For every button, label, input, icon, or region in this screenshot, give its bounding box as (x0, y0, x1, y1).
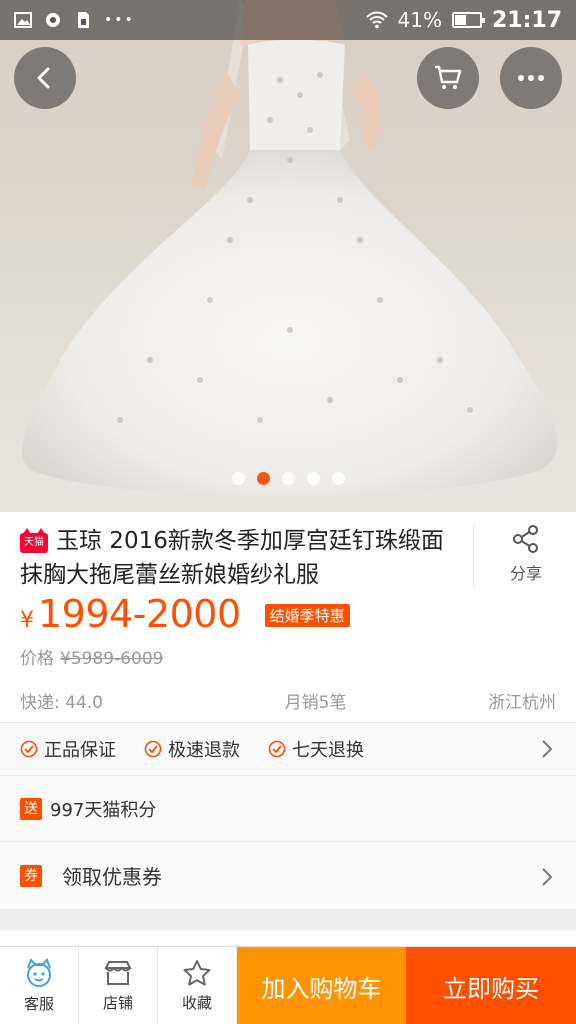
product-title-block: 天猫 玉琼 2016新款冬季加厚宫廷钉珠缎面抹胸大拖尾蕾丝新娘婚纱礼服 (20, 524, 460, 592)
carousel-dot (306, 472, 320, 485)
gift-tag-icon: 送 (20, 797, 42, 820)
section-gap (0, 910, 576, 930)
original-price-row: 价格 ¥5989-6009 (20, 644, 163, 669)
clock: 21:17 (491, 7, 562, 33)
coupon-tag-icon: 券 (20, 864, 42, 887)
guarantee-item: 七天退换 (268, 736, 364, 762)
shop-icon (104, 961, 132, 985)
more-dots-icon: ••• (104, 12, 135, 28)
customer-service-button[interactable]: 客服 (0, 947, 79, 1024)
share-button[interactable]: 分享 (490, 524, 562, 584)
guarantee-label: 七天退换 (292, 740, 364, 761)
status-bar: ••• 41% 21:17 (0, 0, 576, 40)
more-button[interactable] (500, 47, 562, 109)
product-info: 天猫 玉琼 2016新款冬季加厚宫廷钉珠缎面抹胸大拖尾蕾丝新娘婚纱礼服 分享 ¥ … (0, 512, 576, 722)
guarantee-label: 正品保证 (44, 740, 116, 761)
sim-icon (78, 12, 89, 28)
carousel-dot (231, 472, 245, 485)
wedding-dress-photo (21, 0, 558, 497)
battery-level (454, 15, 466, 25)
more-icon (518, 75, 544, 81)
guarantee-row[interactable]: 正品保证 极速退款 七天退换 (0, 722, 576, 776)
customer-service-icon (27, 958, 51, 987)
promo-tag: 结婚季特惠 (264, 604, 350, 627)
chevron-right-icon (542, 868, 553, 886)
star-icon (183, 960, 211, 986)
product-title: 玉琼 2016新款冬季加厚宫廷钉珠缎面抹胸大拖尾蕾丝新娘婚纱礼服 (20, 528, 444, 588)
shipping-fee: 快递: 44.0 (20, 693, 103, 713)
product-image-carousel[interactable] (0, 0, 576, 512)
coupon-text: 领取优惠券 (62, 865, 162, 889)
original-price: ¥5989-6009 (60, 649, 164, 669)
carousel-indicator (0, 472, 576, 485)
points-row: 送 997天猫积分 (0, 776, 576, 842)
gallery-icon (14, 12, 32, 28)
check-circle-icon (268, 740, 286, 758)
guarantee-item: 正品保证 (20, 736, 116, 762)
customer-service-label: 客服 (23, 995, 54, 1013)
camera-icon (46, 13, 60, 27)
shop-label: 店铺 (102, 994, 133, 1012)
battery-percent: 41% (397, 8, 442, 32)
share-icon (513, 525, 538, 553)
section-spacer (0, 930, 576, 946)
wifi-icon (365, 11, 388, 29)
add-to-cart-button[interactable]: 加入购物车 (237, 947, 406, 1024)
guarantee-item: 极速退款 (144, 736, 240, 762)
currency-symbol: ¥ (20, 608, 34, 633)
product-page: ••• 41% 21:17 天猫 玉琼 2016新款冬季加厚宫廷钉珠缎面抹胸大拖… (0, 0, 576, 1024)
check-circle-icon (20, 740, 38, 758)
battery-icon (451, 12, 485, 28)
original-price-label: 价格 (20, 649, 54, 669)
coupon-row[interactable]: 券 领取优惠券 (0, 842, 576, 910)
bottom-action-bar: 客服 店铺 收藏 加入购物车 立即购买 (0, 946, 576, 1024)
tmall-badge-icon: 天猫 (20, 528, 48, 553)
favorite-button[interactable]: 收藏 (158, 947, 237, 1024)
shop-button[interactable]: 店铺 (79, 947, 158, 1024)
cart-button[interactable] (417, 47, 479, 109)
divider (473, 524, 474, 588)
carousel-dot (331, 472, 345, 485)
ship-location: 浙江杭州 (488, 693, 556, 713)
price: 1994-2000 (38, 592, 241, 636)
price-row: ¥ 1994-2000 结婚季特惠 (20, 592, 350, 636)
guarantee-label: 极速退款 (168, 740, 240, 761)
chevron-right-icon (542, 740, 553, 758)
monthly-sales: 月销5笔 (284, 693, 347, 713)
cart-icon (435, 65, 462, 89)
points-text: 997天猫积分 (50, 799, 157, 821)
meta-row: 快递: 44.0 月销5笔 浙江杭州 (20, 688, 556, 713)
carousel-dot-active (256, 472, 270, 485)
back-button[interactable] (14, 47, 76, 109)
buy-now-button[interactable]: 立即购买 (406, 947, 576, 1024)
back-icon (37, 67, 50, 89)
share-label: 分享 (509, 564, 542, 583)
favorite-label: 收藏 (181, 994, 212, 1012)
carousel-dot (281, 472, 295, 485)
check-circle-icon (144, 740, 162, 758)
